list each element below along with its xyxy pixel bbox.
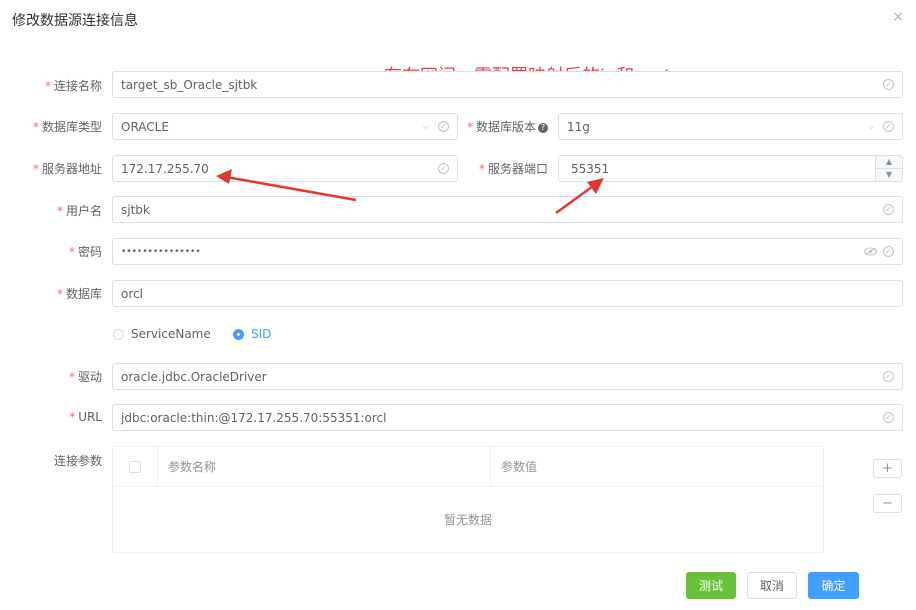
db-type-label-text: 数据库类型	[41, 120, 102, 134]
column-header-value: 参数值	[501, 460, 538, 474]
port-label: * 服务器端口	[479, 160, 548, 177]
required-mark: *	[44, 79, 51, 93]
check-circle-icon: ✓	[438, 121, 449, 132]
db-version-select[interactable]: 11g ⌵ ✓	[558, 113, 903, 140]
radio-dot	[113, 328, 124, 340]
radio-servicename[interactable]: ServiceName	[113, 327, 211, 341]
stepper-up-icon[interactable]: ▲	[876, 156, 902, 169]
required-mark: *	[466, 120, 473, 134]
name-value: target_sb_Oracle_sjtbk	[121, 77, 258, 92]
url-label: * URL	[69, 410, 102, 424]
eye-off-icon[interactable]	[864, 247, 877, 256]
check-circle-icon: ✓	[883, 246, 894, 257]
db-version-label: * 数据库版本?	[467, 118, 548, 135]
driver-value: oracle.jdbc.OracleDriver	[121, 369, 267, 384]
check-circle-icon: ✓	[438, 163, 449, 174]
user-label-text: 用户名	[65, 204, 102, 218]
url-value: jdbc:oracle:thin:@172.17.255.70:55351:or…	[121, 410, 387, 425]
empty-text: 暂无数据	[443, 513, 492, 527]
required-mark: *	[68, 370, 75, 384]
chevron-down-icon: ⌵	[867, 121, 875, 132]
required-mark: *	[68, 245, 75, 259]
select-all-checkbox[interactable]	[129, 460, 141, 473]
password-value: •••••••••••••••	[121, 246, 201, 257]
required-mark: *	[478, 162, 485, 176]
port-stepper[interactable]: ▲ ▼	[875, 156, 902, 181]
test-button[interactable]: 测试	[686, 572, 736, 599]
port-label-text: 服务器端口	[487, 162, 548, 176]
db-type-label: * 数据库类型	[33, 118, 102, 135]
db-version-label-text: 数据库版本	[475, 120, 536, 134]
radio-dot	[233, 328, 244, 340]
cancel-button[interactable]: 取消	[747, 572, 797, 599]
radio-servicename-label: ServiceName	[131, 327, 211, 341]
close-icon[interactable]: ×	[892, 9, 904, 25]
required-mark: *	[69, 410, 76, 424]
check-circle-icon: ✓	[883, 371, 894, 382]
check-circle-icon: ✓	[883, 121, 894, 132]
port-input[interactable]: 55351 ▲ ▼	[558, 155, 903, 182]
name-label: * 连接名称	[45, 77, 102, 94]
password-input[interactable]: ••••••••••••••• ✓	[112, 238, 903, 265]
required-mark: *	[56, 287, 63, 301]
column-header-name: 参数名称	[158, 447, 491, 486]
host-label: * 服务器地址	[33, 160, 102, 177]
database-input[interactable]: orcl	[112, 280, 903, 307]
password-label: * 密码	[69, 243, 102, 260]
user-value: sjtbk	[121, 202, 150, 217]
driver-label-text: 驱动	[77, 370, 102, 384]
db-version-value: 11g	[567, 119, 590, 134]
remove-param-button[interactable]: −	[873, 494, 902, 513]
database-label-text: 数据库	[65, 287, 102, 301]
chevron-down-icon: ⌵	[422, 121, 430, 132]
name-label-text: 连接名称	[53, 79, 102, 93]
check-circle-icon: ✓	[883, 412, 894, 423]
params-table: 参数名称 参数值 暂无数据	[112, 446, 824, 553]
port-value: 55351	[571, 161, 610, 176]
db-type-select[interactable]: ORACLE ⌵ ✓	[112, 113, 458, 140]
radio-sid-label: SID	[251, 327, 272, 341]
host-value: 172.17.255.70	[121, 161, 209, 176]
database-value: orcl	[121, 286, 143, 301]
stepper-down-icon[interactable]: ▼	[876, 168, 902, 181]
url-label-text: URL	[78, 410, 102, 424]
driver-input[interactable]: oracle.jdbc.OracleDriver ✓	[112, 363, 903, 390]
params-table-header: 参数名称 参数值	[113, 447, 823, 487]
ok-button[interactable]: 确定	[808, 572, 859, 599]
params-label: 连接参数	[53, 454, 102, 468]
db-type-value: ORACLE	[121, 119, 169, 134]
host-input[interactable]: 172.17.255.70 ✓	[112, 155, 458, 182]
check-circle-icon: ✓	[883, 204, 894, 215]
name-input[interactable]: target_sb_Oracle_sjtbk ✓	[112, 71, 903, 98]
radio-sid[interactable]: SID	[233, 327, 271, 341]
password-label-text: 密码	[77, 245, 102, 259]
check-circle-icon: ✓	[883, 79, 894, 90]
url-input[interactable]: jdbc:oracle:thin:@172.17.255.70:55351:or…	[112, 404, 903, 431]
driver-label: * 驱动	[69, 368, 102, 385]
dialog-title: 修改数据源连接信息	[12, 13, 138, 29]
required-mark: *	[32, 120, 39, 134]
user-input[interactable]: sjtbk ✓	[112, 196, 903, 223]
required-mark: *	[56, 204, 63, 218]
host-label-text: 服务器地址	[41, 162, 102, 176]
user-label: * 用户名	[57, 202, 102, 219]
required-mark: *	[32, 162, 39, 176]
database-label: * 数据库	[57, 285, 102, 302]
help-icon[interactable]: ?	[538, 122, 548, 133]
add-param-button[interactable]: +	[873, 459, 902, 478]
